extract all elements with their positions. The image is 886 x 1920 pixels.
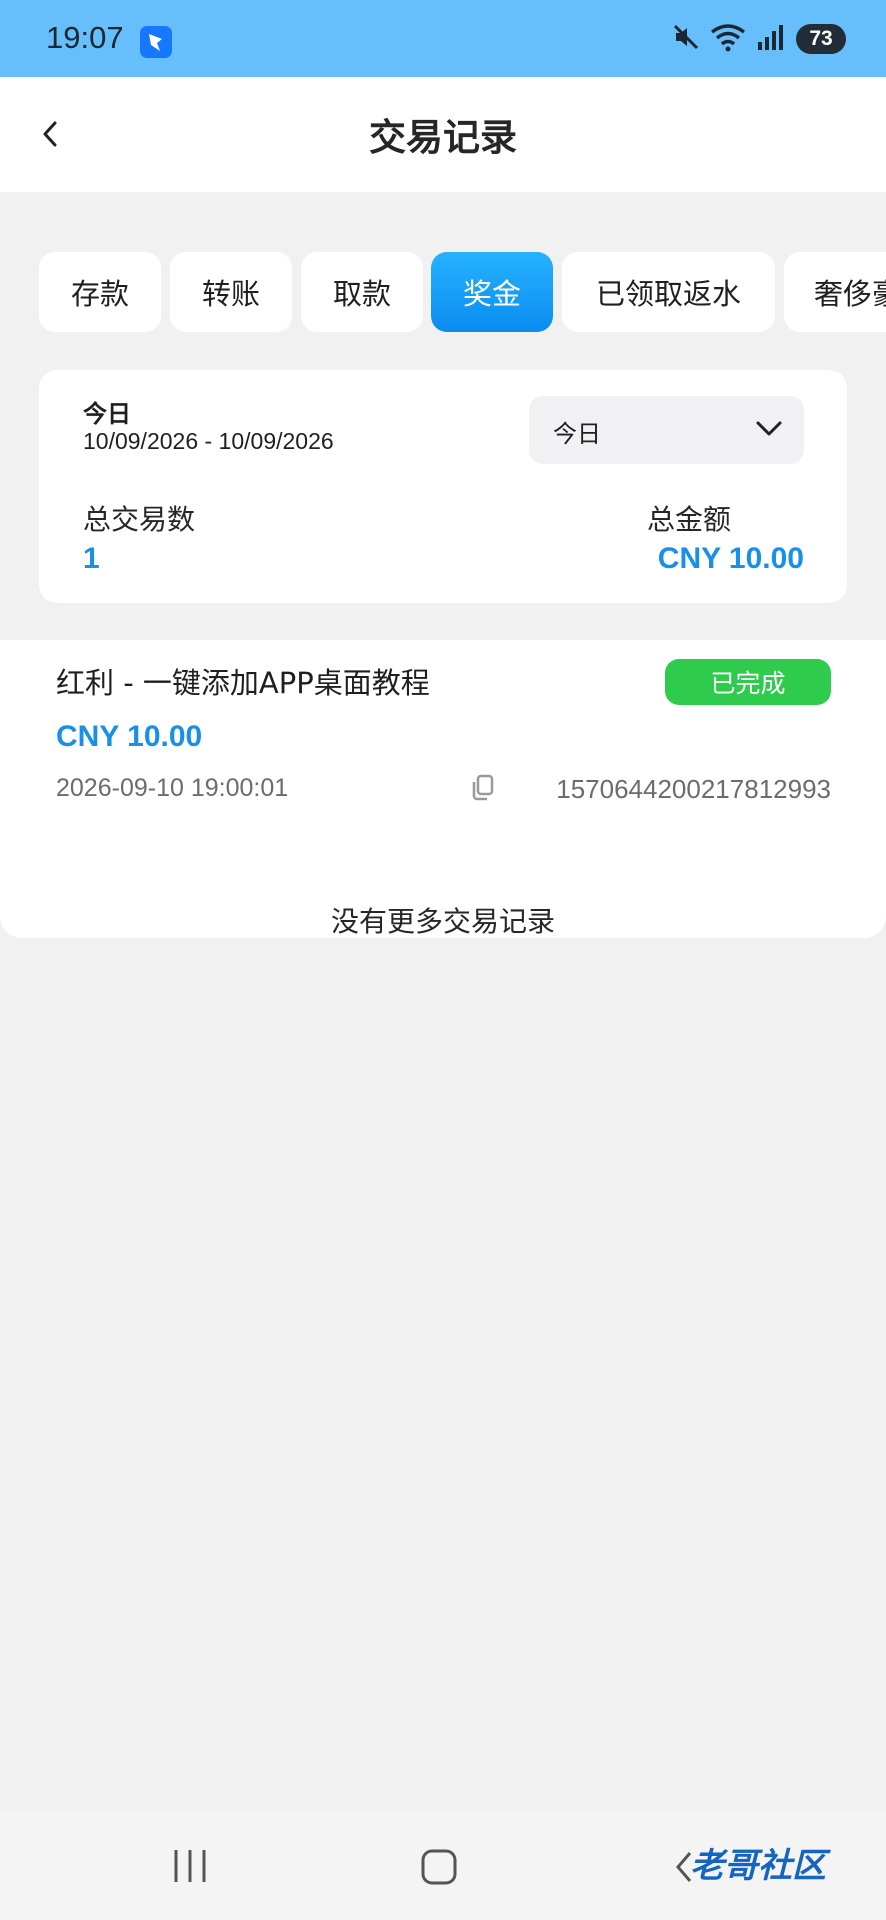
tab-rebate[interactable]: 已领取返水 (562, 252, 775, 332)
record-amount: CNY 10.00 (56, 720, 203, 753)
home-icon[interactable] (420, 1848, 458, 1890)
battery-icon: 73 (796, 24, 846, 54)
page-title: 交易记录 (369, 116, 517, 159)
watermark-logo: 老哥社区 (690, 1846, 826, 1886)
status-time: 19:07 (46, 20, 124, 55)
signal-icon (756, 22, 786, 56)
mute-icon (672, 23, 700, 55)
record-title: 红利 - 一键添加APP桌面教程 (56, 666, 430, 700)
status-badge: 已完成 (665, 659, 831, 705)
total-count-label: 总交易数 (83, 503, 196, 536)
date-range-select[interactable]: 今日 (529, 396, 804, 464)
date-range-select-value: 今日 (553, 420, 601, 448)
tab-bonus[interactable]: 奖金 (431, 252, 553, 332)
record-time: 2026-09-10 19:00:01 (56, 774, 289, 802)
status-bar: 19:07 73 (0, 0, 886, 77)
recent-apps-icon[interactable] (172, 1848, 208, 1888)
system-nav-bar: 老哥社区 (0, 1810, 886, 1920)
status-icons: 73 (672, 22, 846, 56)
no-more-records: 没有更多交易记录 (330, 905, 555, 938)
date-range-title: 今日 (83, 400, 131, 428)
total-amount-label: 总金额 (647, 503, 732, 536)
copy-icon[interactable] (470, 774, 496, 806)
app-icon (140, 26, 172, 58)
tab-luxury[interactable]: 奢侈豪 (784, 252, 886, 332)
total-amount-value: CNY 10.00 (657, 542, 804, 575)
transaction-type-tabs: 存款 转账 取款 奖金 已领取返水 奢侈豪 (39, 252, 886, 332)
tab-deposit[interactable]: 存款 (39, 252, 161, 332)
tab-withdraw[interactable]: 取款 (301, 252, 423, 332)
date-range-text: 10/09/2026 - 10/09/2026 (83, 428, 334, 454)
app-header: 交易记录 (0, 77, 886, 192)
tab-transfer[interactable]: 转账 (170, 252, 292, 332)
chevron-down-icon (756, 421, 782, 436)
record-id: 1570644200217812993 (556, 774, 831, 804)
wifi-icon (710, 22, 746, 56)
summary-card: 今日 10/09/2026 - 10/09/2026 今日 总交易数 1 总金额… (39, 370, 847, 603)
total-count-value: 1 (83, 542, 100, 575)
transaction-list: 红利 - 一键添加APP桌面教程 已完成 CNY 10.00 2026-09-1… (0, 640, 886, 938)
